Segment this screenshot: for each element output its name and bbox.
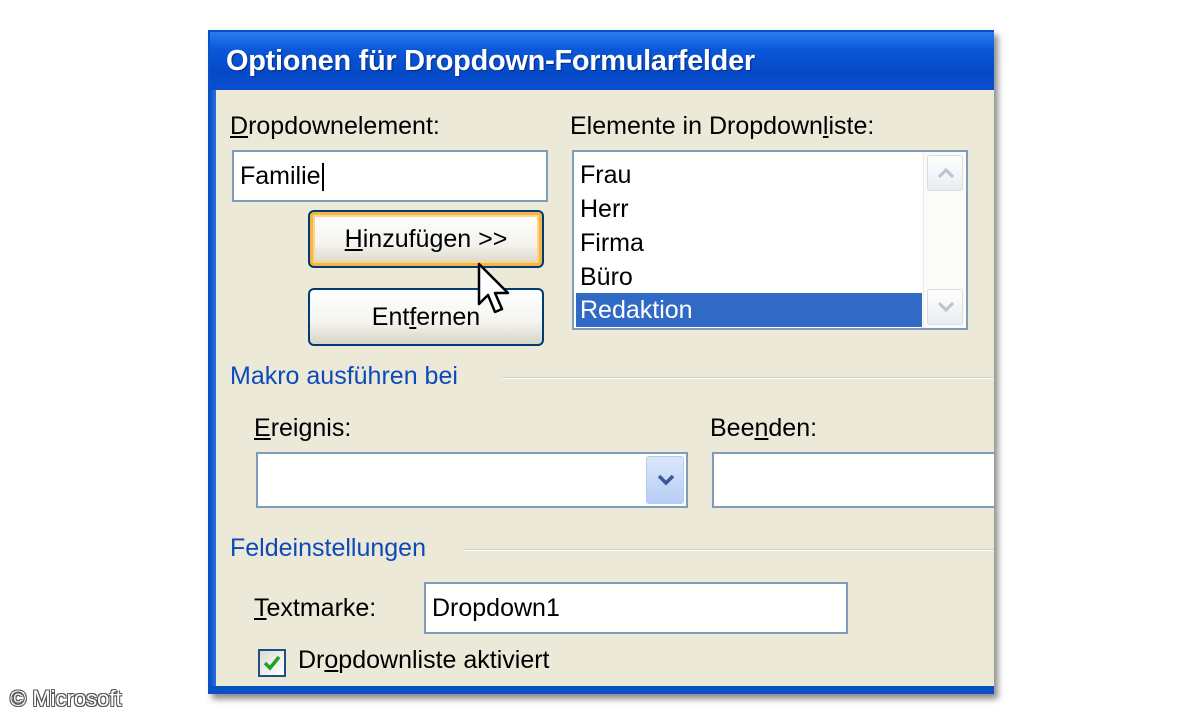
list-item[interactable]: Frau xyxy=(576,158,922,192)
dialog-window: Optionen für Dropdown-Formularfelder Dro… xyxy=(208,30,994,694)
dropdown-list-label: Elemente in Dropdownliste: xyxy=(570,112,875,140)
dropdown-items-list[interactable]: Frau Herr Firma Büro Redaktion xyxy=(572,150,968,330)
field-settings-group-title: Feldeinstellungen xyxy=(230,534,426,562)
chevron-up-icon xyxy=(937,167,955,179)
list-item-selected[interactable]: Redaktion xyxy=(576,293,922,327)
scroll-down-button[interactable] xyxy=(927,289,963,325)
chevron-down-icon xyxy=(657,474,675,486)
scroll-up-button[interactable] xyxy=(927,155,963,191)
group-divider xyxy=(464,549,994,551)
dropdown-enabled-label: Dropdownliste aktiviert xyxy=(298,646,550,674)
list-item[interactable]: Büro xyxy=(576,260,922,294)
event-macro-select[interactable] xyxy=(256,452,688,508)
list-item[interactable]: Herr xyxy=(576,192,922,226)
copyright-notice: © Microsoft xyxy=(10,686,122,711)
bookmark-input[interactable]: Dropdown1 xyxy=(424,582,848,634)
macro-group-title: Makro ausführen bei xyxy=(230,362,458,390)
add-button[interactable]: Hinzufügen >> xyxy=(308,210,544,268)
window-border-bottom xyxy=(210,686,994,692)
exit-macro-select[interactable] xyxy=(712,452,994,508)
group-divider xyxy=(502,377,994,379)
event-label: Ereignis: xyxy=(254,414,352,442)
mouse-pointer-icon xyxy=(477,262,510,314)
window-border-left xyxy=(210,90,216,692)
list-item[interactable]: Firma xyxy=(576,226,922,260)
dropdown-element-input[interactable]: Familie xyxy=(232,150,548,202)
dropdown-element-label: Dropdownelement: xyxy=(230,112,440,140)
event-dropdown-button[interactable] xyxy=(646,456,684,504)
exit-label: Beenden: xyxy=(710,414,818,442)
list-scrollbar[interactable] xyxy=(923,152,966,328)
dialog-title: Optionen für Dropdown-Formularfelder xyxy=(210,32,994,90)
text-caret xyxy=(321,163,324,192)
bookmark-label: Textmarke: xyxy=(254,594,377,622)
checkmark-icon xyxy=(263,655,281,671)
chevron-down-icon xyxy=(937,301,955,313)
dropdown-enabled-checkbox[interactable] xyxy=(258,649,286,677)
